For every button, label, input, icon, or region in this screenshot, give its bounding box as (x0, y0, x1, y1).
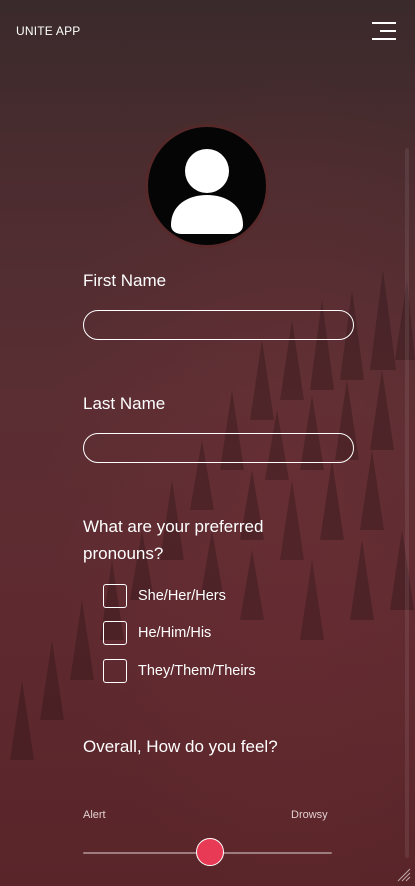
user-avatar-icon (171, 149, 243, 234)
hamburger-menu-icon (372, 22, 396, 24)
she-her-hers-label: She/Her/Hers (138, 588, 226, 604)
top-bar: UNITE APP (0, 0, 415, 62)
scrollbar[interactable] (405, 148, 409, 858)
menu-button[interactable] (372, 20, 396, 42)
she-her-hers-checkbox[interactable] (103, 584, 127, 608)
pronoun-option-they[interactable]: They/Them/Theirs (103, 658, 256, 684)
last-name-input[interactable] (83, 433, 354, 463)
pronoun-option-he[interactable]: He/Him/His (103, 620, 211, 646)
feeling-slider-thumb[interactable] (195, 838, 224, 866)
feeling-question: Overall, How do you feel? (83, 737, 278, 756)
he-him-his-checkbox[interactable] (103, 621, 127, 645)
slider-min-label: Alert (83, 809, 106, 821)
hamburger-menu-line (380, 30, 396, 32)
pronouns-question: What are your preferred pronouns? (83, 517, 264, 563)
slider-max-label: Drowsy (291, 809, 328, 821)
profile-avatar[interactable] (148, 127, 266, 245)
first-name-input[interactable] (83, 310, 354, 340)
resize-grip-icon[interactable] (397, 868, 411, 882)
first-name-label: First Name (83, 271, 167, 290)
they-them-theirs-checkbox[interactable] (103, 659, 127, 683)
he-him-his-label: He/Him/His (138, 625, 212, 641)
app-title: UNITE APP (16, 24, 81, 38)
they-them-theirs-label: They/Them/Theirs (138, 663, 256, 679)
hamburger-menu-line (372, 38, 396, 40)
last-name-label: Last Name (83, 394, 166, 413)
pronoun-option-she[interactable]: She/Her/Hers (103, 583, 226, 609)
